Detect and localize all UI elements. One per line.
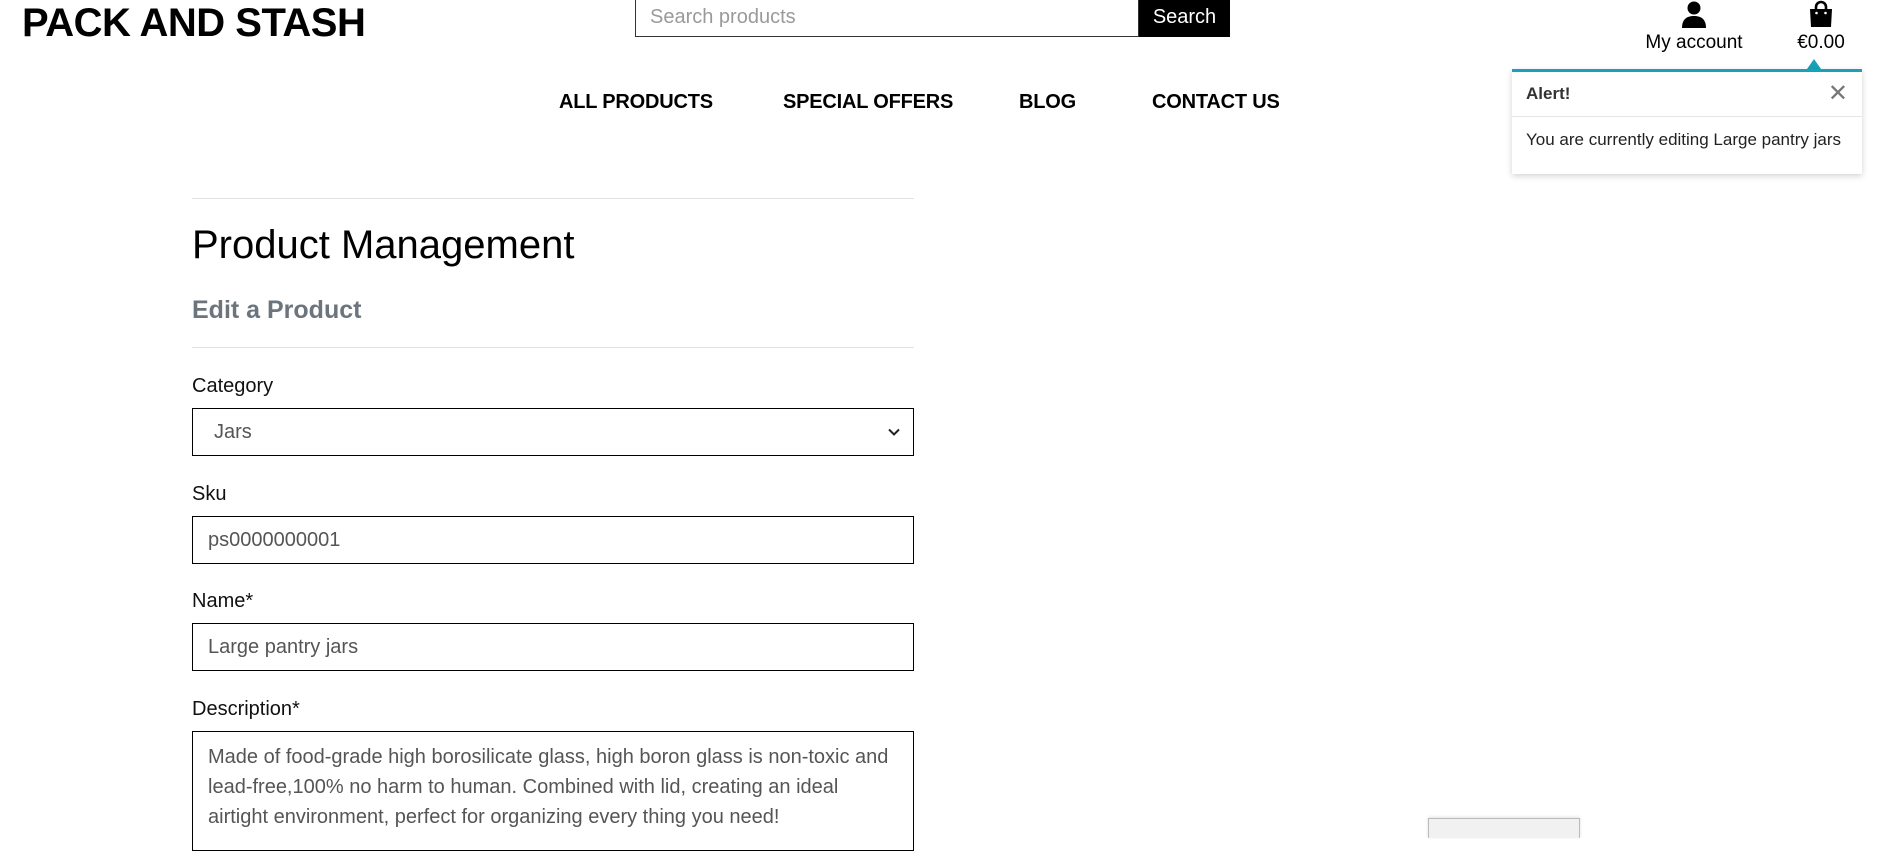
shopping-bag-link[interactable]: €0.00: [1790, 0, 1852, 54]
alert-toast: Alert! ✕ You are currently editing Large…: [1512, 69, 1862, 174]
chevron-down-icon: [888, 428, 900, 436]
search-form: Search: [635, 0, 1230, 37]
floating-widget-tab[interactable]: [1428, 818, 1580, 838]
my-account-label: My account: [1645, 32, 1743, 53]
nav-all-products[interactable]: ALL PRODUCTS: [559, 88, 713, 116]
my-account-link[interactable]: My account: [1640, 0, 1748, 54]
toast-message: You are currently editing Large pantry j…: [1526, 130, 1841, 149]
description-textarea[interactable]: Made of food-grade high borosilicate gla…: [192, 731, 914, 851]
nav-blog[interactable]: BLOG: [1019, 88, 1076, 116]
category-select[interactable]: Jars: [192, 408, 914, 456]
nav-special-offers[interactable]: SPECIAL OFFERS: [783, 88, 953, 116]
subtitle-divider: [192, 347, 914, 348]
name-label: Name*: [192, 590, 254, 612]
toast-header: Alert! ✕: [1512, 72, 1862, 117]
user-icon: [1682, 1, 1706, 28]
site-logo[interactable]: PACK AND STASH: [22, 0, 366, 46]
search-button[interactable]: Search: [1139, 0, 1230, 37]
shopping-bag-icon: [1810, 0, 1832, 27]
description-label: Description*: [192, 698, 300, 720]
category-label: Category: [192, 375, 274, 397]
product-management-panel: Product Management Edit a Product Catego…: [192, 198, 914, 851]
category-selected-value: Jars: [214, 420, 252, 443]
sku-label: Sku: [192, 483, 227, 505]
toast-title: Alert!: [1526, 84, 1571, 103]
nav-contact-us[interactable]: CONTACT US: [1152, 88, 1280, 116]
name-input[interactable]: [192, 623, 914, 671]
bag-total: €0.00: [1797, 32, 1845, 53]
search-input[interactable]: [635, 0, 1139, 37]
close-icon[interactable]: ✕: [1828, 82, 1848, 106]
toast-arrow: [1807, 59, 1821, 69]
top-divider: [192, 198, 914, 199]
page-title: Product Management: [192, 223, 575, 267]
page-subtitle: Edit a Product: [192, 296, 362, 324]
sku-input[interactable]: [192, 516, 914, 564]
